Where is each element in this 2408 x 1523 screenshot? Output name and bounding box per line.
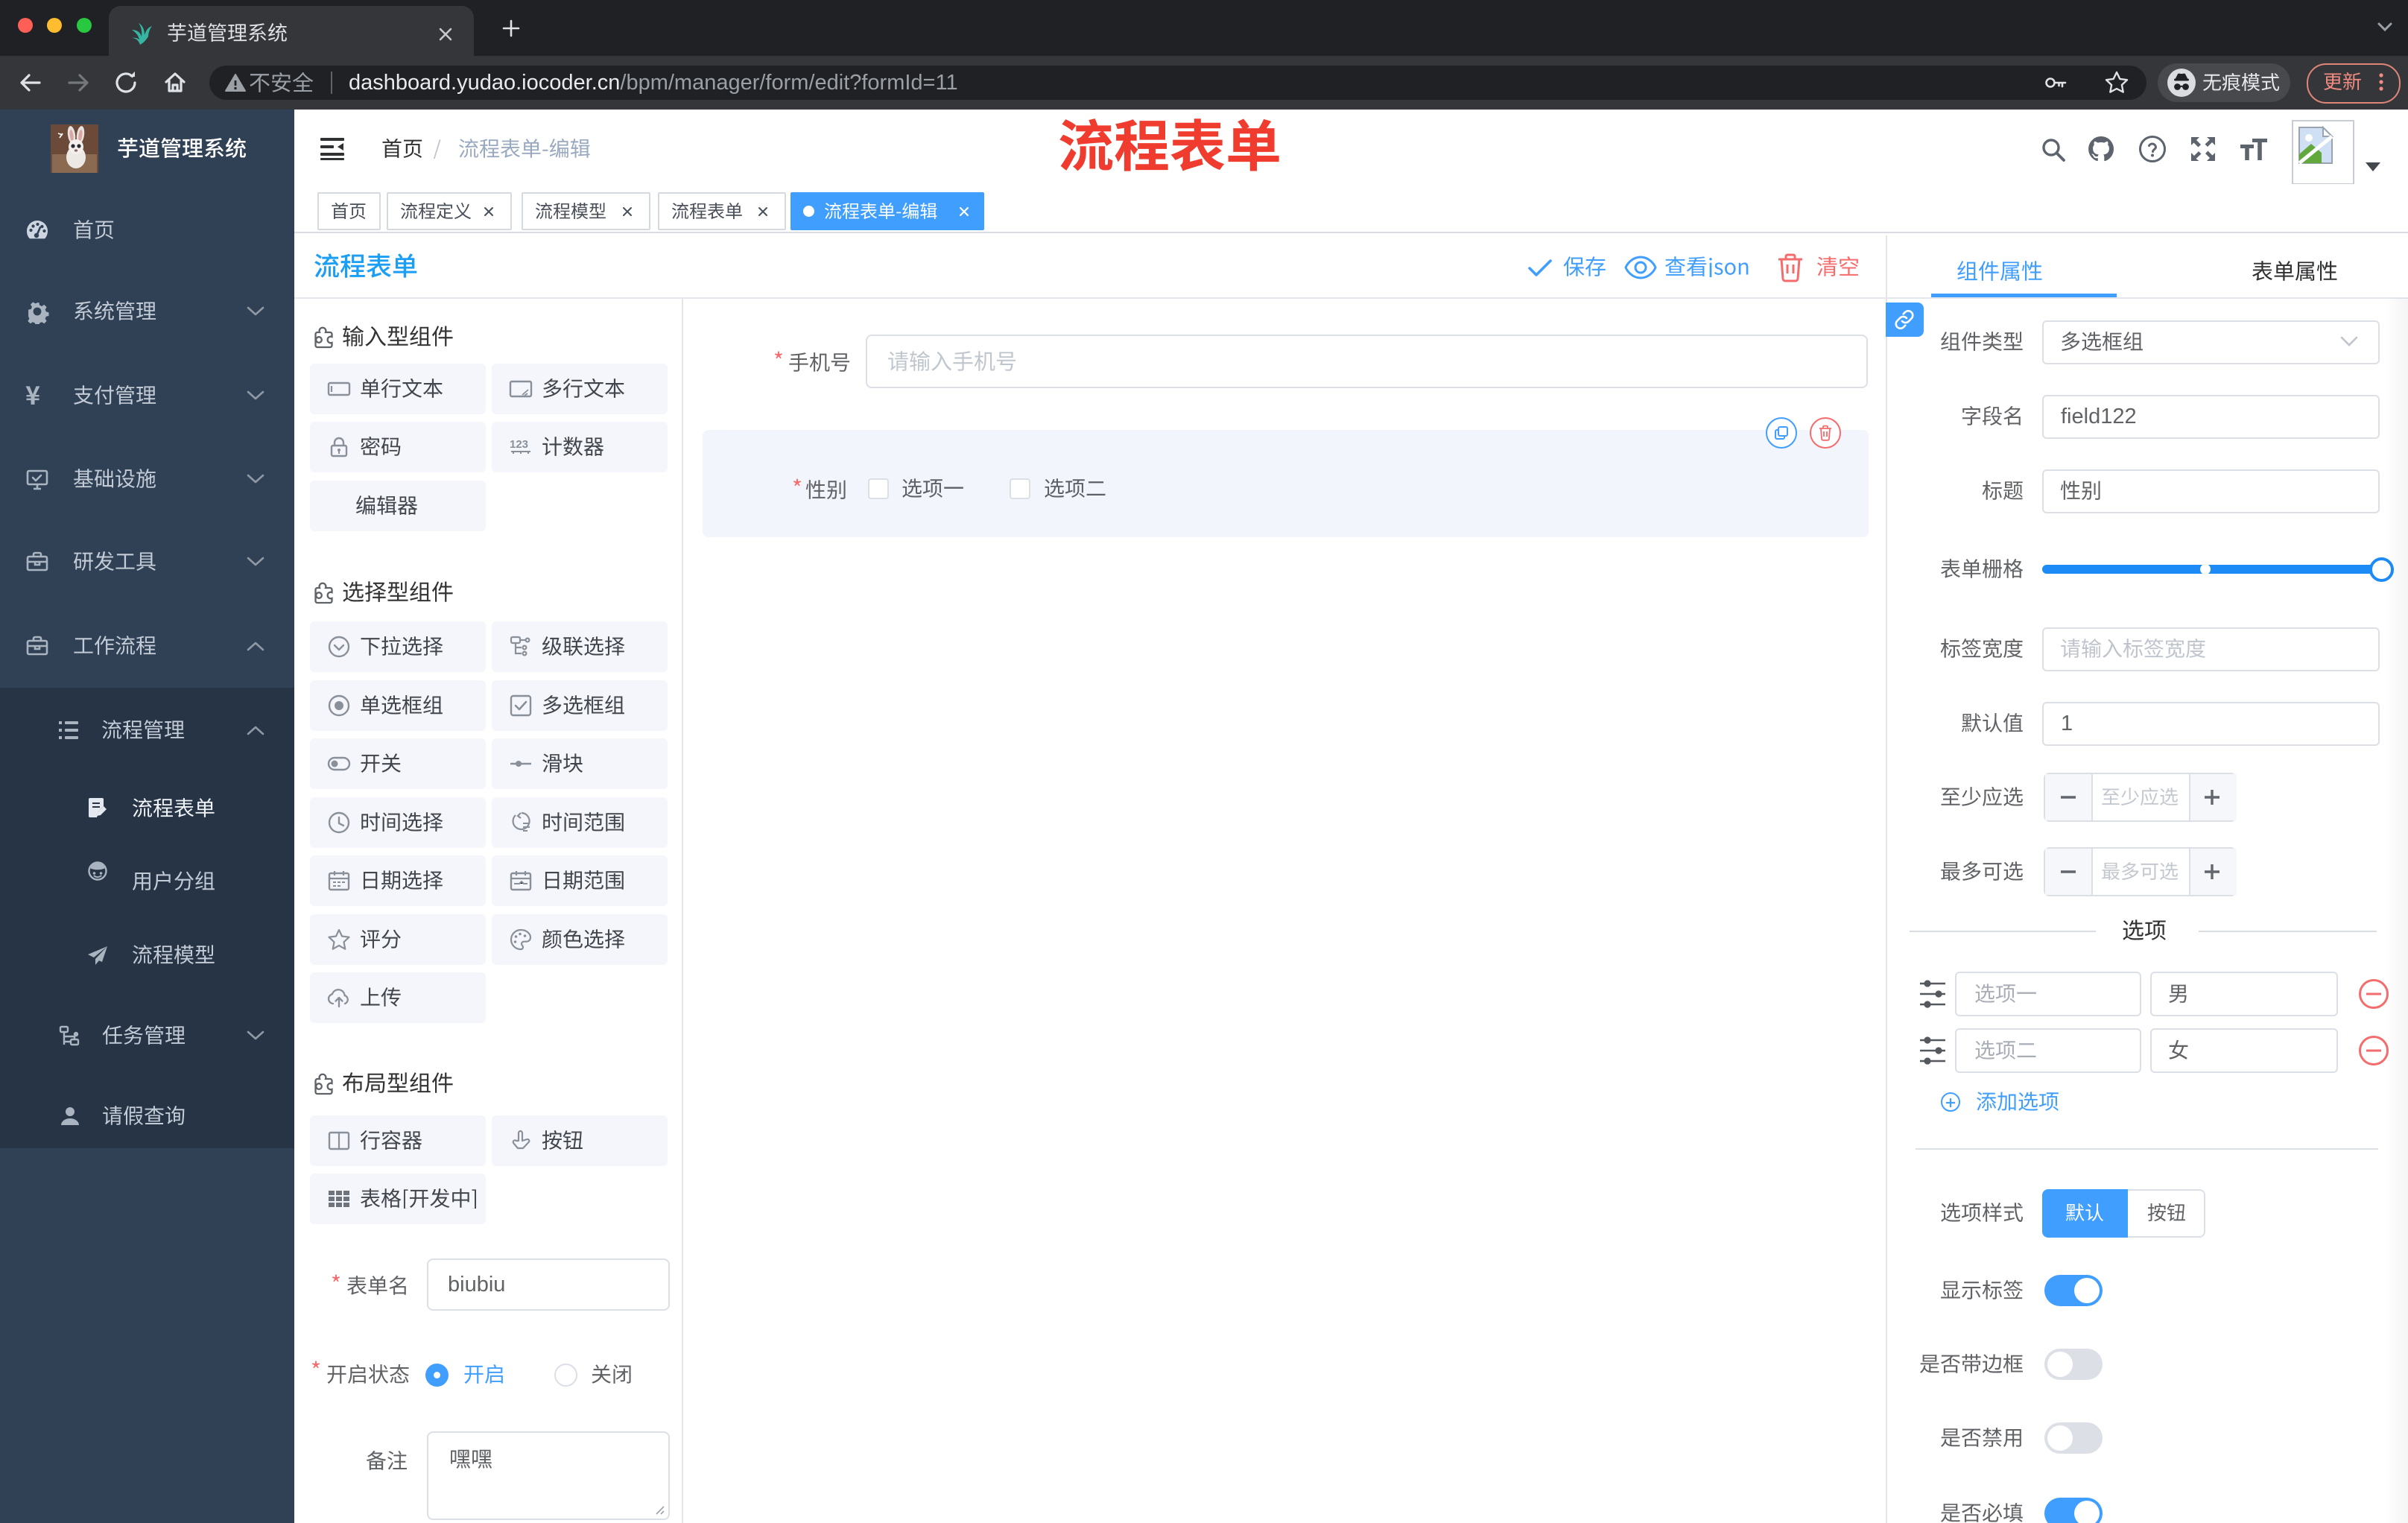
svg-text:123: 123 — [510, 438, 528, 451]
